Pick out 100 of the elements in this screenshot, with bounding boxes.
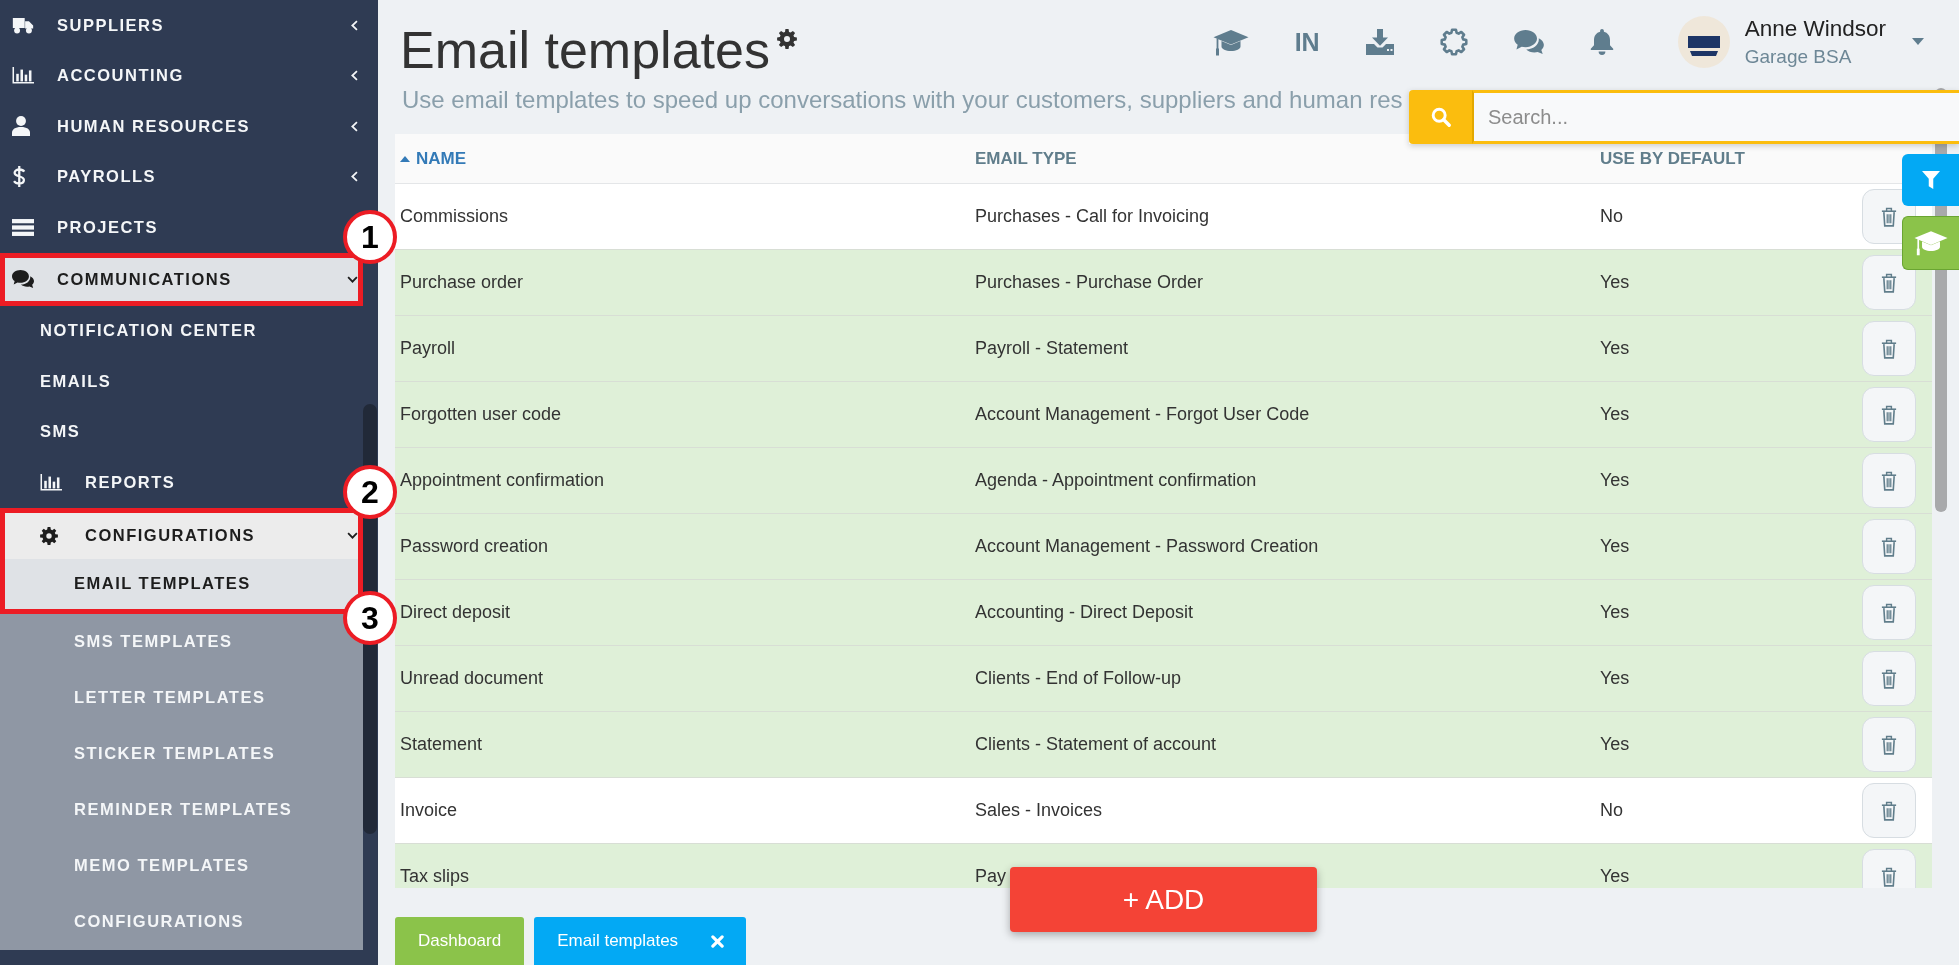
- table-cell-text: Yes: [1599, 667, 1631, 690]
- table-cell-text: Clients - Statement of account: [974, 733, 1218, 756]
- sidebar-item[interactable]: REMINDER TEMPLATES: [0, 781, 363, 838]
- column-header[interactable]: USE BY DEFAULT: [1595, 145, 1855, 172]
- table-cell-text: Sales - Invoices: [974, 799, 1104, 822]
- graduation-cap-icon[interactable]: [1212, 28, 1249, 56]
- table-cell-text: Unread document: [399, 667, 545, 690]
- table-cell-text: Invoice: [399, 799, 459, 822]
- trash-icon: [1881, 404, 1897, 425]
- trash-icon: [1881, 470, 1897, 491]
- table-cell-text: Agenda - Appointment confirmation: [974, 469, 1258, 492]
- delete-button[interactable]: [1862, 387, 1916, 442]
- trash-icon: [1881, 272, 1897, 293]
- trash-icon: [1881, 800, 1897, 821]
- search-button[interactable]: [1409, 90, 1472, 144]
- table-cell-text: Statement: [399, 733, 484, 756]
- callout-number: 2: [343, 464, 397, 519]
- user-icon: [12, 116, 30, 137]
- sidebar-item[interactable]: EMAILS: [0, 356, 117, 407]
- gear-outline-icon[interactable]: [1439, 28, 1468, 56]
- sidebar-item[interactable]: SMS TEMPLATES: [0, 613, 363, 670]
- table-cell-text: Yes: [1599, 733, 1631, 756]
- truck-icon: [12, 16, 34, 34]
- table-cell-text: Clients - End of Follow-up: [974, 667, 1183, 690]
- table-cell-text: Yes: [1599, 469, 1631, 492]
- chat-icon[interactable]: [1513, 30, 1544, 54]
- sidebar-item[interactable]: STICKER TEMPLATES: [0, 725, 363, 782]
- table-cell-text: Forgotten user code: [399, 403, 563, 426]
- sidebar-item[interactable]: COMMUNICATIONS: [5, 257, 358, 301]
- table-cell-text: Yes: [1599, 535, 1631, 558]
- language-button[interactable]: IN: [1294, 29, 1320, 55]
- bar-chart-icon: [12, 67, 34, 85]
- sidebar-item[interactable]: CONFIGURATIONS: [5, 512, 358, 559]
- sidebar-item[interactable]: PAYROLLS: [0, 151, 363, 202]
- table-cell-text: Account Management - Forgot User Code: [974, 403, 1311, 426]
- sidebar-item[interactable]: EMAIL TEMPLATES: [5, 558, 358, 609]
- settings-icon[interactable]: [776, 29, 797, 49]
- sidebar-item[interactable]: LETTER TEMPLATES: [0, 669, 363, 726]
- table-cell-text: Pay: [974, 865, 1008, 888]
- table-cell-text: Yes: [1599, 271, 1631, 294]
- sidebar-item[interactable]: NOTIFICATION CENTER: [0, 305, 263, 356]
- close-icon[interactable]: [711, 934, 725, 948]
- sidebar-item[interactable]: MEMO TEMPLATES: [0, 837, 363, 894]
- delete-button[interactable]: [1862, 321, 1916, 376]
- delete-button[interactable]: [1862, 783, 1916, 838]
- table-cell-text: No: [1599, 205, 1624, 228]
- download-icon[interactable]: [1365, 29, 1394, 55]
- table-cell-text: Appointment confirmation: [399, 469, 606, 492]
- table-cell-text: Password creation: [399, 535, 550, 558]
- table-cell-text: Commissions: [399, 205, 510, 228]
- delete-button[interactable]: [1862, 585, 1916, 640]
- trash-icon: [1881, 866, 1897, 887]
- chat-icon: [12, 270, 34, 288]
- delete-button[interactable]: [1862, 453, 1916, 508]
- tutorial-button[interactable]: [1902, 216, 1959, 270]
- table-cell-text: Direct deposit: [399, 601, 512, 624]
- sidebar-item[interactable]: REPORTS: [0, 457, 181, 508]
- delete-button[interactable]: [1862, 651, 1916, 706]
- column-header[interactable]: NAME: [395, 145, 970, 172]
- trash-icon: [1881, 536, 1897, 557]
- table-cell-text: Yes: [1599, 403, 1631, 426]
- search-icon: [1430, 107, 1451, 127]
- sidebar-item[interactable]: SUPPLIERS: [0, 0, 363, 51]
- callout-number: 1: [343, 209, 397, 264]
- table-cell-text: Purchase order: [399, 271, 525, 294]
- page-subtitle: Use email templates to speed up conversations with your customers, suppliers and human res: [402, 85, 1403, 115]
- bell-icon[interactable]: [1589, 28, 1614, 56]
- trash-icon: [1881, 734, 1897, 755]
- column-header[interactable]: EMAIL TYPE: [970, 145, 1595, 172]
- table-cell-text: Tax slips: [399, 865, 471, 888]
- bar-chart-icon: [40, 473, 62, 491]
- delete-button[interactable]: [1862, 255, 1916, 310]
- trash-icon: [1881, 668, 1897, 689]
- filter-icon: [1921, 171, 1940, 189]
- user-name: Anne Windsor: [1744, 15, 1886, 43]
- table-cell-text: Yes: [1599, 601, 1631, 624]
- delete-button[interactable]: [1862, 849, 1916, 888]
- tab[interactable]: Email templates: [534, 917, 747, 965]
- caret-down-icon[interactable]: [1912, 38, 1924, 46]
- add-button[interactable]: + ADD: [1010, 867, 1317, 932]
- table-cell-text: No: [1599, 799, 1624, 822]
- trash-icon: [1881, 338, 1897, 359]
- sidebar-item[interactable]: CONFIGURATIONS: [0, 893, 363, 950]
- table-cell-text: Account Management - Password Creation: [974, 535, 1320, 558]
- sidebar-item[interactable]: SMS: [0, 406, 86, 457]
- sidebar-item[interactable]: ACCOUNTING: [0, 50, 363, 101]
- search-field[interactable]: Search...: [1472, 90, 1959, 144]
- avatar-icon[interactable]: [1677, 16, 1730, 68]
- sidebar-item[interactable]: HUMAN RESOURCES: [0, 101, 363, 152]
- sidebar-item[interactable]: PROJECTS: [0, 202, 163, 253]
- delete-button[interactable]: [1862, 717, 1916, 772]
- table-cell-text: Yes: [1599, 337, 1631, 360]
- table-cell-text: Accounting - Direct Deposit: [974, 601, 1195, 624]
- graduation-cap-icon: [1914, 230, 1948, 256]
- table-cell-text: Payroll - Statement: [974, 337, 1130, 360]
- delete-button[interactable]: [1862, 519, 1916, 574]
- table-cell-text: Payroll: [399, 337, 457, 360]
- filter-button[interactable]: [1902, 154, 1959, 206]
- gear-icon: [40, 526, 58, 545]
- dollar-icon: [12, 166, 26, 188]
